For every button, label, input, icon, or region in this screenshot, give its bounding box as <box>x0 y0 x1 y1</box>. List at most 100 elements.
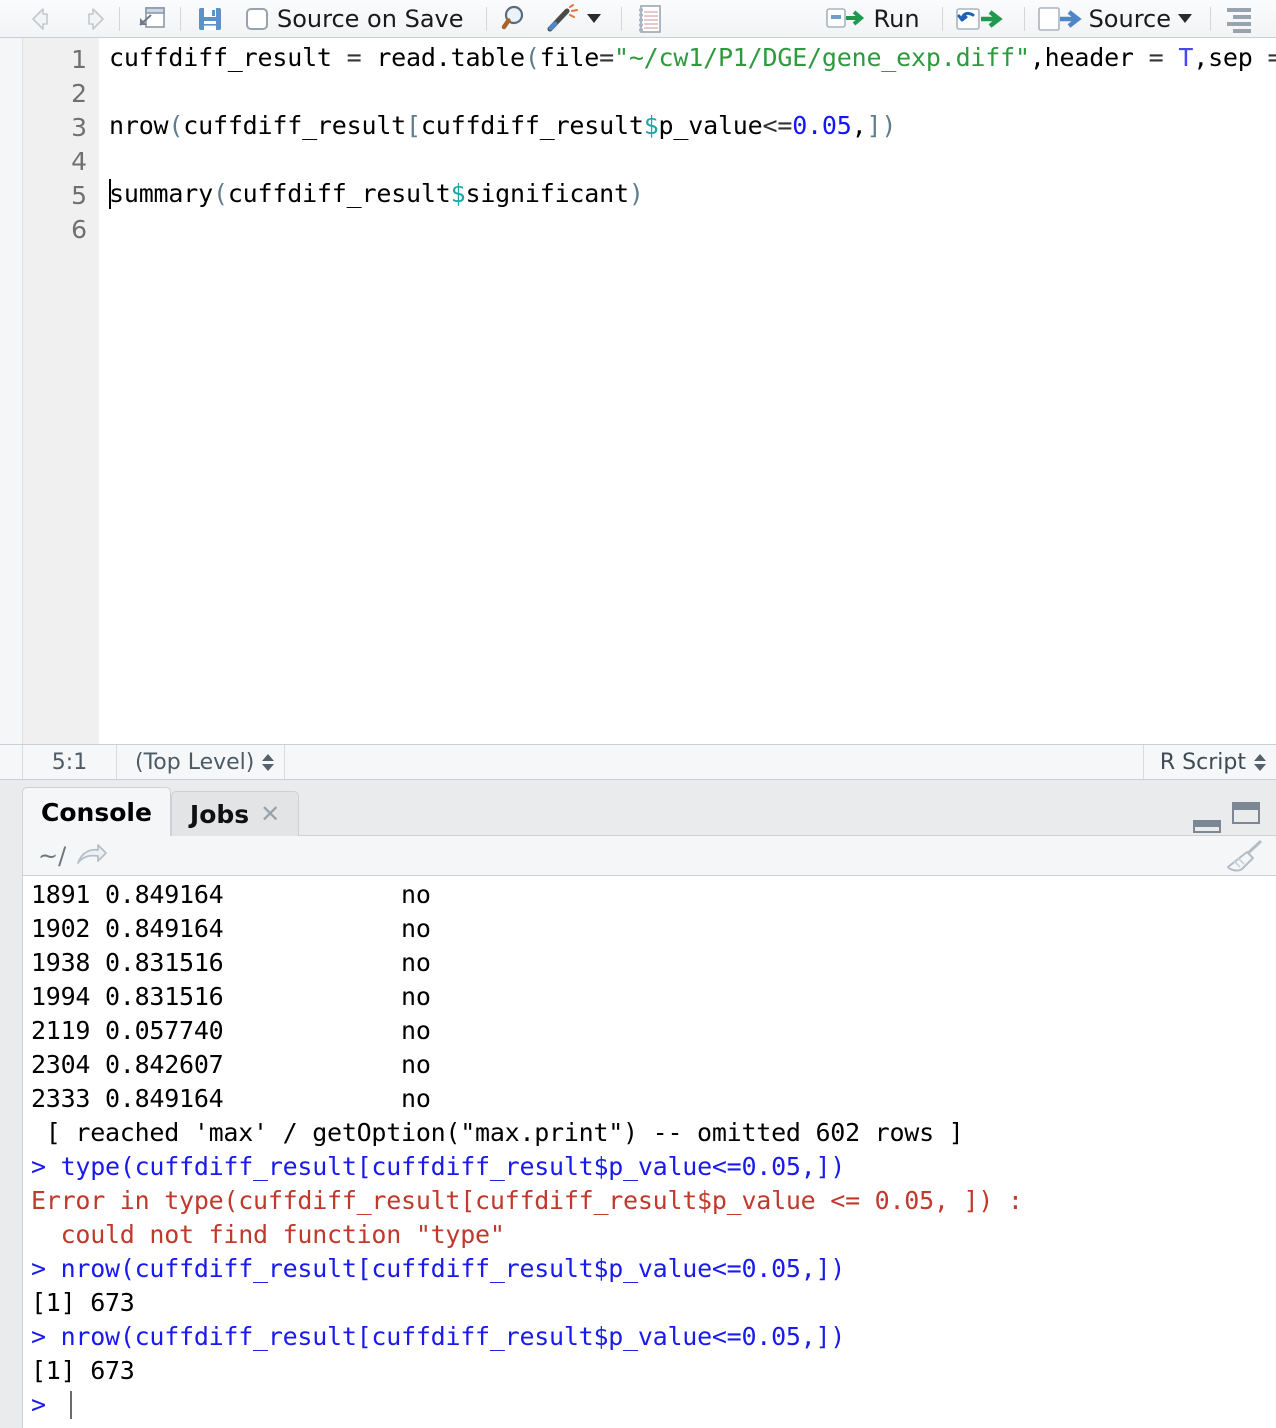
run-label: Run <box>873 4 920 33</box>
toolbar-divider-5 <box>941 6 943 31</box>
close-icon[interactable]: ✕ <box>260 802 280 826</box>
console-tabbar-filler <box>299 791 1276 836</box>
back-button[interactable] <box>26 4 68 34</box>
line-number: 1 <box>71 45 87 74</box>
console-prompt-symbol: > <box>31 1152 61 1181</box>
line-number: 6 <box>71 215 87 244</box>
up-down-stepper-icon <box>262 753 275 771</box>
document-outline-button[interactable] <box>1220 4 1262 34</box>
code-token: p_value <box>658 111 763 140</box>
tab-jobs[interactable]: Jobs ✕ <box>170 791 300 836</box>
code-token: = <box>1267 43 1276 72</box>
code-token: significant <box>465 179 629 208</box>
save-icon <box>199 7 221 30</box>
code-tools-button[interactable] <box>542 3 605 34</box>
console-input-line: > nrow(cuffdiff_result[cuffdiff_result$p… <box>31 1252 845 1286</box>
console-line-text: nrow(cuffdiff_result[cuffdiff_result$p_v… <box>60 1322 846 1351</box>
caret-down-icon-source <box>1178 14 1192 23</box>
console-line: [1] 673 <box>31 1354 135 1388</box>
code-token: 0.05 <box>792 111 852 140</box>
console-tab-bar: Console Jobs ✕ <box>0 787 1276 836</box>
code-scope-selector[interactable]: (Top Level) <box>117 745 286 779</box>
code-token: ] <box>866 111 882 140</box>
maximize-pane-icon[interactable] <box>1232 802 1260 824</box>
show-in-new-window-button[interactable] <box>133 4 171 34</box>
code-token: ,sep <box>1193 43 1268 72</box>
status-bar-spacer <box>285 745 1143 779</box>
compile-report-button[interactable] <box>631 4 669 34</box>
save-button[interactable] <box>192 4 228 34</box>
console-line: 1902 0.849164 no <box>31 912 431 946</box>
console-pane: Console Jobs ✕ ~/ 1891 0.849164 no 1902 … <box>0 780 1276 1428</box>
console-line-text: 2333 0.849164 no <box>31 1084 431 1113</box>
source-editor[interactable]: 1 2 3 4 5 6 cuffdiff_result = read.table… <box>0 38 1276 744</box>
magnifier-icon <box>501 5 523 29</box>
minimize-pane-icon[interactable] <box>1193 820 1221 833</box>
code-token: , <box>851 111 867 140</box>
code-line-3: nrow(cuffdiff_result[cuffdiff_result$p_v… <box>109 109 896 143</box>
source-on-save-label: Source on Save <box>277 4 464 33</box>
console-prompt-line[interactable]: > <box>31 1388 61 1422</box>
source-editor-toolbar: Source on Save Run Source <box>0 0 1276 38</box>
code-token: <= <box>762 111 793 140</box>
console-line: 2333 0.849164 no <box>31 1082 431 1116</box>
source-button[interactable]: Source <box>1034 4 1196 34</box>
console-line-text: could not find function "type" <box>31 1220 505 1249</box>
editor-text-caret <box>109 179 111 209</box>
console-line: 1891 0.849164 no <box>31 878 431 912</box>
source-on-save-checkbox[interactable] <box>246 7 268 30</box>
notebook-icon <box>638 4 661 33</box>
line-number: 4 <box>71 147 87 176</box>
console-line: 2119 0.057740 no <box>31 1014 431 1048</box>
editor-left-margin <box>0 38 22 744</box>
rstudio-window: Source on Save Run Source 1 2 3 4 5 6 cu… <box>0 0 1276 1428</box>
line-number: 5 <box>71 181 87 210</box>
console-output-area[interactable]: 1891 0.849164 no 1902 0.849164 no 1938 0… <box>22 876 1276 1428</box>
code-tools-wand-icon <box>547 3 578 31</box>
console-line-text: 1938 0.831516 no <box>31 948 431 977</box>
code-line-5: summary(cuffdiff_result$significant) <box>109 177 644 211</box>
editor-code-area[interactable]: cuffdiff_result = read.table(file="~/cw1… <box>99 38 1276 744</box>
source-icon <box>1037 6 1082 31</box>
tab-console-label: Console <box>41 797 152 827</box>
code-token: summary <box>109 179 213 208</box>
forward-button[interactable] <box>68 4 110 34</box>
toolbar-divider <box>119 6 120 31</box>
file-type-selector[interactable]: R Script <box>1142 745 1276 779</box>
code-token: cuffdiff_result <box>183 111 407 140</box>
toolbar-divider-4 <box>620 6 622 31</box>
code-token: nrow <box>109 111 169 140</box>
code-line-1: cuffdiff_result = read.table(file="~/cw1… <box>109 41 1276 75</box>
console-line: [ reached 'max' / getOption("max.print")… <box>31 1116 964 1150</box>
console-line-text: 2304 0.842607 no <box>31 1050 431 1079</box>
console-prompt-symbol: > <box>31 1322 61 1351</box>
run-button[interactable]: Run <box>822 4 924 34</box>
console-line-text: 1902 0.849164 no <box>31 914 431 943</box>
broom-clear-console-icon[interactable] <box>1220 839 1266 873</box>
console-error-line: Error in type(cuffdiff_result[cuffdiff_r… <box>31 1184 1023 1218</box>
find-replace-button[interactable] <box>496 4 536 34</box>
source-on-save-toggle[interactable]: Source on Save <box>242 4 468 34</box>
tab-console[interactable]: Console <box>22 787 171 836</box>
up-down-stepper-icon-filetype <box>1254 753 1266 771</box>
console-sub-bar: ~/ <box>22 836 1276 876</box>
toolbar-divider-2 <box>180 6 181 31</box>
rerun-previous-button[interactable] <box>952 4 1008 34</box>
console-line-text: nrow(cuffdiff_result[cuffdiff_result$p_v… <box>60 1254 846 1283</box>
cursor-position: 5:1 <box>22 745 117 779</box>
code-token: ) <box>881 111 897 140</box>
console-line-text: [ reached 'max' / getOption("max.print")… <box>31 1118 964 1147</box>
tab-jobs-label: Jobs <box>189 799 250 829</box>
code-token: ( <box>212 179 228 208</box>
console-line-text: 1891 0.849164 no <box>31 880 431 909</box>
arrow-right-icon <box>88 7 104 30</box>
console-working-directory[interactable]: ~/ <box>38 842 66 870</box>
code-token: ) <box>628 179 644 208</box>
code-token: [ <box>406 111 421 140</box>
view-in-files-pane-icon[interactable] <box>74 843 108 869</box>
console-line-text: [1] 673 <box>31 1288 135 1317</box>
show-in-new-window-icon <box>139 6 165 28</box>
code-token: $ <box>643 111 659 140</box>
re-run-previous-icon <box>955 7 1003 30</box>
